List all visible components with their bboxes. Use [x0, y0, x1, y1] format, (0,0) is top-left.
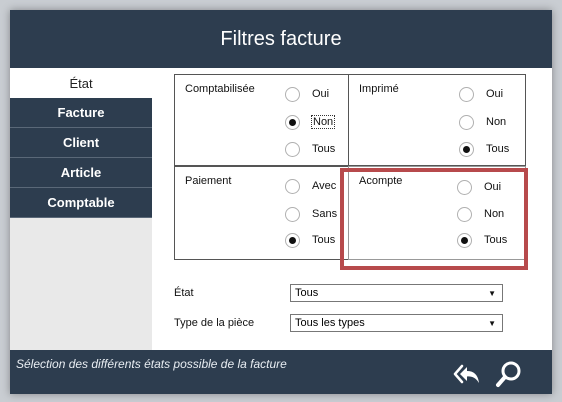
radio-circle[interactable] [285, 206, 300, 222]
radio-circle[interactable] [457, 206, 472, 222]
radio-label: Oui [484, 181, 502, 193]
select-value: Tous [295, 287, 319, 299]
sidebar-item-comptable[interactable]: Comptable [10, 188, 152, 218]
radio-label: Oui [486, 88, 504, 100]
radio-circle[interactable] [459, 114, 474, 130]
radio-acompte-oui[interactable]: Oui [457, 178, 501, 196]
search-button[interactable] [494, 360, 524, 388]
etat-select[interactable]: Tous ▼ [290, 284, 503, 302]
sidebar-item-facture[interactable]: Facture [10, 98, 152, 128]
sidebar-item-label: Article [60, 165, 102, 180]
radio-comptabilisee-oui[interactable]: Oui [285, 85, 329, 103]
group-title-acompte: Acompte [359, 175, 403, 187]
radio-imprime-tous[interactable]: Tous [459, 140, 509, 158]
radio-paiement-avec[interactable]: Avec [285, 177, 336, 195]
radio-circle[interactable] [285, 114, 300, 130]
group-comptabilisee: Comptabilisée Oui Non Tous [174, 74, 350, 166]
filter-window: Filtres facture État Facture Client Arti… [10, 10, 552, 394]
radio-circle[interactable] [459, 141, 474, 157]
field-row-type-piece: Type de la pièce Tous les types ▼ [174, 314, 503, 332]
radio-label: Non [484, 208, 505, 220]
status-text: Sélection des différents états possible … [16, 357, 287, 371]
chevron-down-icon: ▼ [488, 318, 496, 328]
sidebar-item-label: État [69, 75, 93, 91]
chevron-down-icon: ▼ [488, 288, 496, 298]
radio-label: Tous [484, 234, 508, 246]
sidebar-item-label: Client [62, 135, 100, 150]
radio-label: Non [310, 115, 336, 129]
sidebar-item-label: Facture [57, 105, 105, 120]
radio-circle[interactable] [457, 179, 472, 195]
select-value: Tous les types [295, 317, 365, 329]
radio-circle[interactable] [285, 232, 300, 248]
window-title: Filtres facture [220, 27, 342, 50]
radio-label: Tous [312, 143, 336, 155]
group-paiement: Paiement Avec Sans Tous [174, 166, 350, 260]
radio-label: Non [486, 116, 507, 128]
radio-label: Avec [312, 180, 337, 192]
field-row-etat: État Tous ▼ [174, 284, 503, 302]
radio-circle[interactable] [459, 86, 474, 102]
radio-label: Sans [312, 208, 338, 220]
group-acompte: Acompte Oui Non Tous [348, 166, 526, 260]
radio-imprime-non[interactable]: Non [459, 113, 506, 131]
radio-circle[interactable] [285, 141, 300, 157]
radio-paiement-tous[interactable]: Tous [285, 231, 335, 249]
title-bar: Filtres facture [10, 10, 552, 68]
type-piece-select[interactable]: Tous les types ▼ [290, 314, 503, 332]
sidebar-item-article[interactable]: Article [10, 158, 152, 188]
radio-circle[interactable] [457, 232, 472, 248]
group-title-imprime: Imprimé [359, 83, 399, 95]
radio-paiement-sans[interactable]: Sans [285, 205, 337, 223]
radio-label: Tous [486, 143, 510, 155]
radio-imprime-oui[interactable]: Oui [459, 85, 503, 103]
radio-acompte-non[interactable]: Non [457, 205, 504, 223]
radio-comptabilisee-non[interactable]: Non [285, 113, 336, 131]
radio-circle[interactable] [285, 178, 300, 194]
back-button[interactable] [452, 360, 482, 388]
radio-label: Oui [312, 88, 330, 100]
sidebar-item-label: Comptable [47, 195, 115, 210]
sidebar-item-client[interactable]: Client [10, 128, 152, 158]
radio-acompte-tous[interactable]: Tous [457, 231, 507, 249]
double-reply-icon [453, 364, 479, 384]
radio-label: Tous [312, 234, 336, 246]
group-title-comptabilisee: Comptabilisée [185, 83, 255, 95]
radio-circle[interactable] [285, 86, 300, 102]
group-imprime: Imprimé Oui Non Tous [348, 74, 526, 166]
radio-comptabilisee-tous[interactable]: Tous [285, 140, 335, 158]
search-icon [496, 361, 521, 387]
field-label-etat: État [174, 287, 194, 299]
group-title-paiement: Paiement [185, 175, 232, 187]
field-label-type-piece: Type de la pièce [174, 317, 255, 329]
status-bar: Sélection des différents états possible … [10, 350, 552, 394]
sidebar-item-etat[interactable]: État [10, 68, 152, 98]
sidebar: État Facture Client Article Comptable [10, 68, 152, 350]
